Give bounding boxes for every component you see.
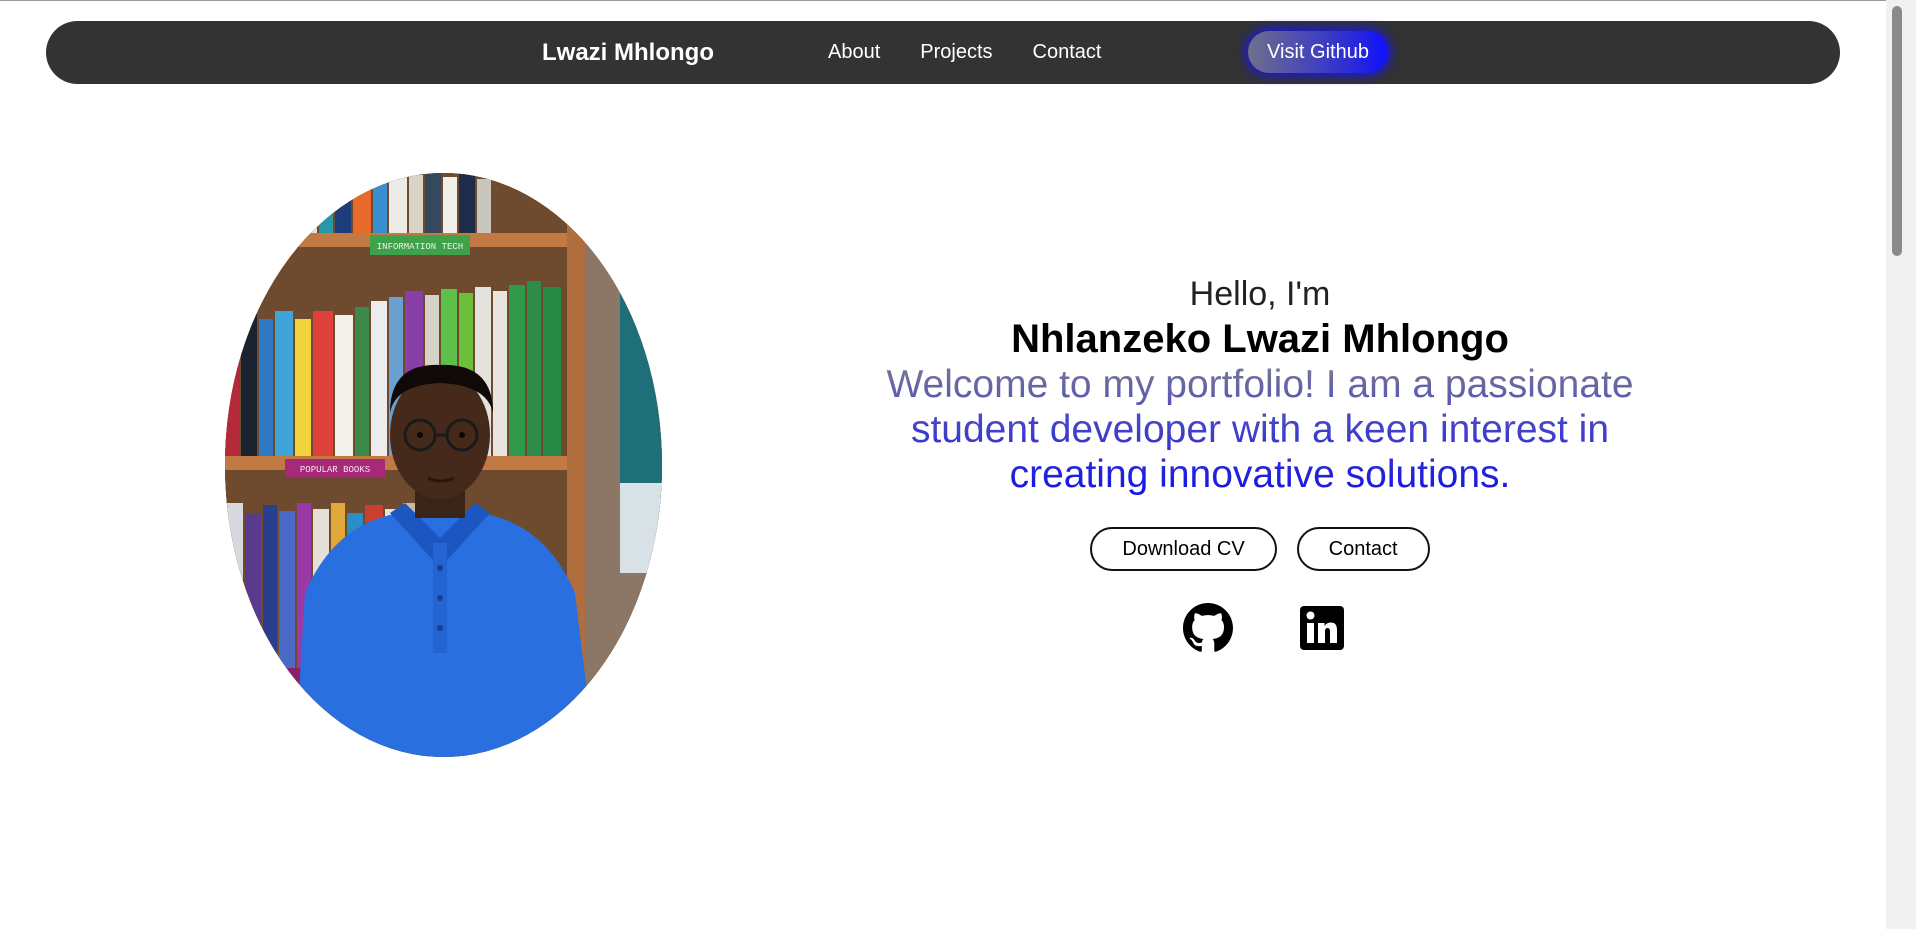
profile-photo: INFORMATION TECH POPULAR BOOKS IES [225, 173, 662, 757]
full-name-heading: Nhlanzeko Lwazi Mhlongo [1011, 317, 1509, 361]
social-links [840, 603, 1680, 653]
brand-name[interactable]: Lwazi Mhlongo [542, 21, 714, 84]
shelf-label-middle: POPULAR BOOKS [300, 465, 370, 475]
visit-github-button[interactable]: Visit Github [1248, 31, 1388, 73]
nav-link-contact[interactable]: Contact [1033, 41, 1102, 64]
page-scrollbar-thumb[interactable] [1892, 6, 1902, 256]
download-cv-button[interactable]: Download CV [1090, 527, 1277, 571]
top-navbar: Lwazi Mhlongo About Projects Contact Vis… [46, 21, 1840, 84]
shelf-label-bottom: IES [272, 673, 288, 683]
nav-links: About Projects Contact [828, 21, 1141, 84]
nav-link-projects[interactable]: Projects [920, 41, 992, 64]
tagline-text: Welcome to my portfolio! I am a passiona… [860, 362, 1660, 497]
nav-link-about[interactable]: About [828, 41, 880, 64]
shelf-label-top: INFORMATION TECH [377, 242, 463, 252]
github-icon[interactable] [1183, 603, 1233, 653]
contact-button[interactable]: Contact [1296, 527, 1430, 571]
hero-section: Hello, I'm Nhlanzeko Lwazi Mhlongo Welco… [840, 272, 1680, 653]
profile-photo-illustration: INFORMATION TECH POPULAR BOOKS IES [225, 173, 662, 757]
hero-buttons: Download CV Contact [840, 527, 1680, 571]
greeting-text: Hello, I'm [1189, 275, 1331, 313]
window-top-border [0, 0, 1916, 1]
linkedin-icon[interactable] [1297, 603, 1347, 653]
